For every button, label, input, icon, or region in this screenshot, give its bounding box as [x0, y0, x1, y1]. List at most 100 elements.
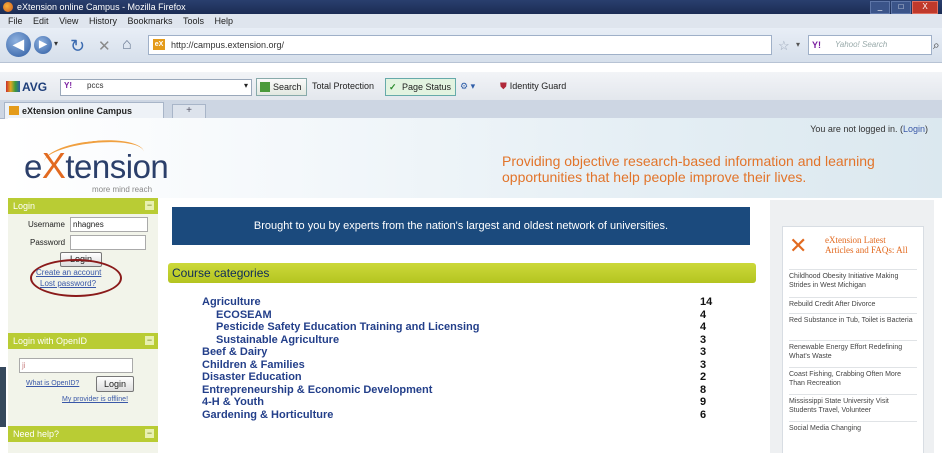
menu-help[interactable]: Help — [215, 16, 234, 26]
avg-search-dropdown-icon[interactable]: ▾ — [244, 81, 248, 90]
help-block-header: Need help? − — [8, 426, 158, 442]
course-category-count: 3 — [700, 358, 707, 371]
course-category-row[interactable]: Entrepreneurship & Economic Development 8 — [172, 384, 752, 397]
reload-icon[interactable]: ↻ — [70, 36, 85, 57]
login-status-text: You are not logged in. ( — [810, 124, 903, 134]
course-category-row[interactable]: Pesticide Safety Education Training and … — [172, 321, 752, 334]
course-category-link[interactable]: ECOSEAM — [216, 309, 272, 322]
provider-offline-link[interactable]: My provider is offline! — [62, 396, 128, 403]
total-protection-button[interactable]: Total Protection — [312, 81, 374, 91]
collapse-icon[interactable]: − — [145, 336, 154, 345]
close-button[interactable]: X — [912, 1, 938, 14]
menu-history[interactable]: History — [89, 16, 117, 26]
identity-guard-label: Identity Guard — [509, 81, 567, 91]
course-category-row[interactable]: Sustainable Agriculture 3 — [172, 334, 752, 347]
window-title-bar: eXtension online Campus - Mozilla Firefo… — [0, 0, 942, 14]
course-category-link[interactable]: Disaster Education — [202, 371, 302, 384]
feed-item[interactable]: Rebuild Credit After Divorce — [789, 297, 917, 309]
course-category-link[interactable]: Children & Families — [202, 359, 305, 372]
openid-login-button[interactable]: Login — [96, 376, 134, 392]
feed-title: eXtension Latest Articles and FAQs: All — [825, 235, 908, 255]
create-account-link[interactable]: Create an account — [36, 268, 101, 277]
address-bar[interactable]: eX http://campus.extension.org/ — [148, 35, 772, 55]
course-category-row[interactable]: Beef & Dairy 3 — [172, 346, 752, 359]
home-icon[interactable]: ⌂ — [122, 36, 132, 54]
window-title: eXtension online Campus - Mozilla Firefo… — [17, 2, 186, 12]
feed-item[interactable]: Coast Fishing, Crabbing Often More Than … — [789, 367, 917, 388]
avg-options-icon[interactable]: ⚙ ▾ — [460, 81, 475, 92]
help-block-title: Need help? — [13, 429, 60, 439]
avg-logo[interactable]: AVG — [6, 80, 47, 94]
what-is-openid-link[interactable]: What is OpenID? — [26, 380, 79, 387]
course-category-link[interactable]: Entrepreneurship & Economic Development — [202, 384, 432, 397]
url-dropdown-icon[interactable]: ▾ — [796, 40, 800, 49]
feed-header: ✕ eXtension Latest Articles and FAQs: Al… — [783, 227, 923, 267]
yahoo-engine-icon[interactable]: Y! — [64, 81, 72, 90]
password-field[interactable] — [70, 235, 146, 250]
feed-item[interactable]: Childhood Obesity Initiative Making Stri… — [789, 269, 917, 290]
avg-search-button[interactable]: Search — [256, 78, 307, 96]
course-category-link[interactable]: Gardening & Horticulture — [202, 409, 333, 422]
tab-label: eXtension online Campus — [22, 106, 133, 116]
login-block-header: Login − — [8, 198, 158, 214]
back-button[interactable]: ◀ — [6, 32, 31, 57]
login-link[interactable]: Login — [903, 124, 925, 134]
stop-icon[interactable]: ✕ — [98, 37, 111, 55]
minimize-button[interactable]: _ — [870, 1, 890, 14]
course-category-link[interactable]: Sustainable Agriculture — [216, 334, 339, 347]
course-category-row[interactable]: Children & Families 3 — [172, 359, 752, 372]
course-category-link[interactable]: Agriculture — [202, 296, 261, 309]
course-category-link[interactable]: Pesticide Safety Education Training and … — [216, 321, 479, 334]
course-category-row[interactable]: Disaster Education 2 — [172, 371, 752, 384]
menu-edit[interactable]: Edit — [33, 16, 49, 26]
new-tab-button[interactable]: + — [172, 104, 206, 119]
username-label: Username — [28, 220, 65, 229]
avg-search-value[interactable]: pccs — [87, 81, 103, 90]
password-label: Password — [30, 238, 66, 247]
identity-guard-button[interactable]: ⛊ Identity Guard — [500, 81, 566, 92]
maximize-button[interactable]: □ — [891, 1, 911, 14]
feed-item[interactable]: Social Media Changing — [789, 421, 917, 433]
history-dropdown-icon[interactable]: ▾ — [54, 39, 58, 48]
course-category-row[interactable]: Gardening & Horticulture 6 — [172, 409, 752, 422]
course-category-row[interactable]: Agriculture 14 — [172, 296, 752, 309]
menu-bookmarks[interactable]: Bookmarks — [127, 16, 172, 26]
menu-file[interactable]: File — [8, 16, 23, 26]
course-category-count: 4 — [700, 308, 707, 321]
page-content: You are not logged in. (Login) eXtension… — [8, 118, 942, 453]
tab-strip: eXtension online Campus + — [0, 100, 942, 119]
feed-item[interactable]: Mississippi State University Visit Stude… — [789, 394, 917, 415]
search-input[interactable]: Y! Yahoo! Search — [808, 35, 932, 55]
course-category-list: Agriculture 14 ECOSEAM 4 Pesticide Safety Ed… — [172, 296, 752, 421]
course-category-count: 6 — [700, 408, 707, 421]
logo-wordmark: eXtension — [24, 145, 169, 187]
course-category-row[interactable]: ECOSEAM 4 — [172, 309, 752, 322]
lost-password-link[interactable]: Lost password? — [40, 279, 96, 288]
latest-articles-feed: ✕ eXtension Latest Articles and FAQs: Al… — [782, 226, 924, 453]
collapse-icon[interactable]: − — [145, 201, 154, 210]
menu-view[interactable]: View — [59, 16, 78, 26]
username-field[interactable]: nhagnes — [70, 217, 148, 232]
left-sidebar: Login − Username nhagnes Password Login C… — [8, 198, 158, 453]
avg-toolbar: AVG Y! pccs ▾ Search Total Protection Pa… — [0, 72, 942, 101]
feed-item[interactable]: Red Substance in Tub, Toilet is Bacteria — [789, 313, 917, 325]
course-category-row[interactable]: 4-H & Youth 9 — [172, 396, 752, 409]
forward-button[interactable]: ▶ — [34, 36, 52, 54]
address-url[interactable]: http://campus.extension.org/ — [171, 36, 284, 54]
openid-field[interactable]: ji — [19, 358, 133, 373]
login-status: You are not logged in. (Login) — [810, 124, 928, 134]
page-status-button[interactable]: Page Status — [385, 78, 457, 96]
collapse-icon[interactable]: − — [145, 429, 154, 438]
course-category-link[interactable]: 4-H & Youth — [202, 396, 264, 409]
tab-extension-campus[interactable]: eXtension online Campus — [4, 102, 164, 119]
course-category-count: 14 — [700, 296, 713, 308]
avg-search-input[interactable]: Y! pccs ▾ — [60, 79, 252, 96]
bookmark-star-icon[interactable]: ☆ — [778, 38, 790, 54]
feed-item[interactable]: Renewable Energy Effort Redefining What'… — [789, 340, 917, 361]
course-category-link[interactable]: Beef & Dairy — [202, 346, 267, 359]
course-categories-header: Course categories — [168, 263, 756, 283]
extension-logo[interactable]: eXtension more mind reach — [24, 135, 184, 195]
search-icon[interactable]: ⌕ — [933, 38, 940, 53]
menu-tools[interactable]: Tools — [183, 16, 204, 26]
search-engine-icon[interactable]: Y! — [812, 38, 821, 52]
